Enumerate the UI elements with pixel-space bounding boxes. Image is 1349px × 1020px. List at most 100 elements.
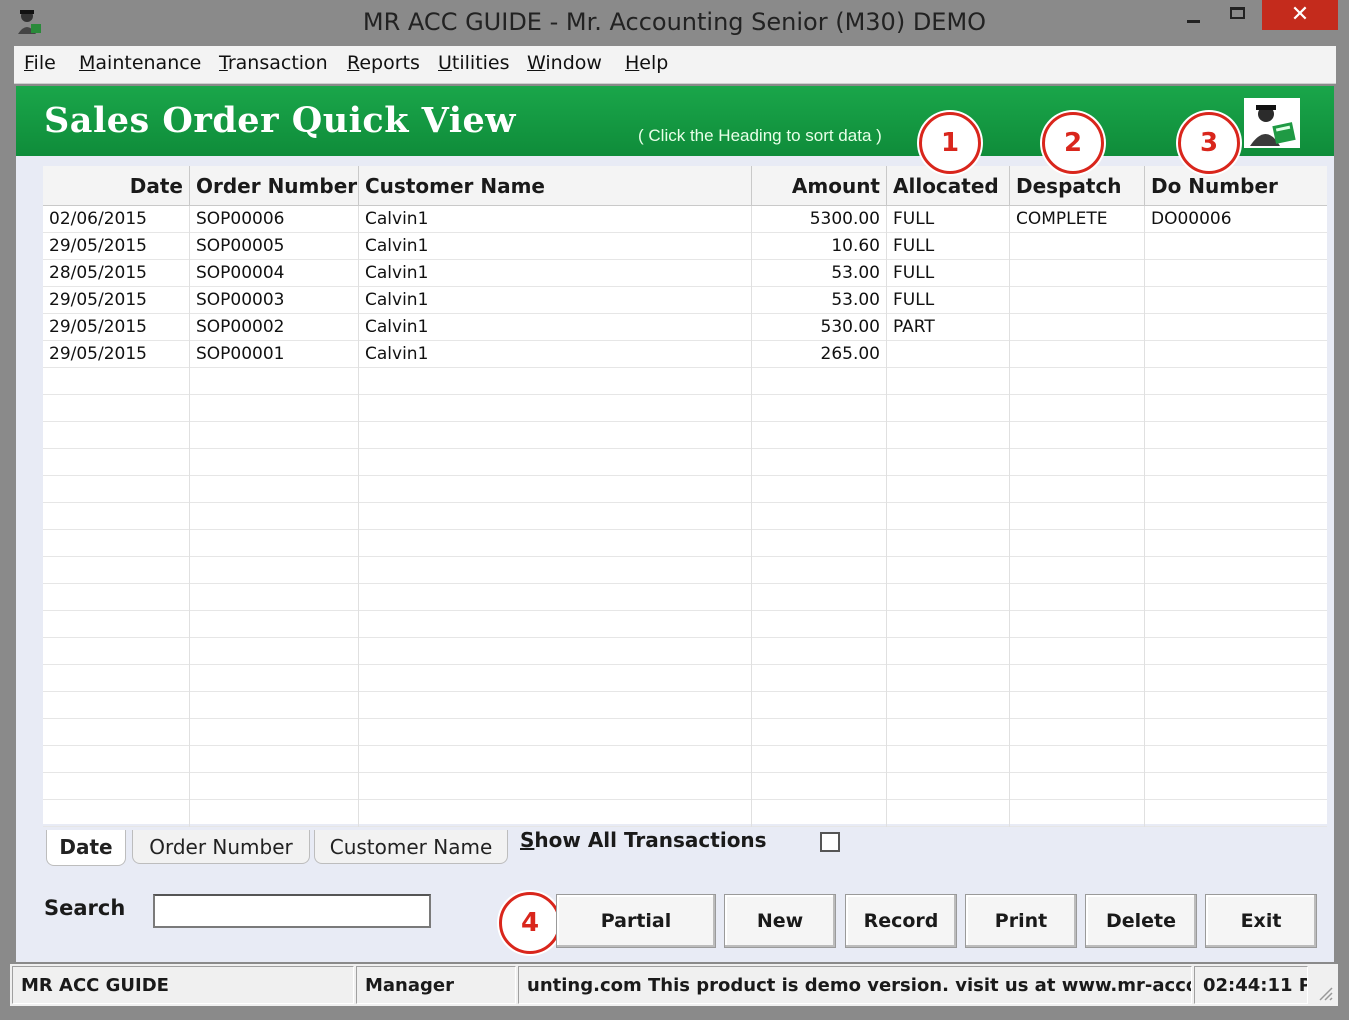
menu-maintenance[interactable]: Maintenance xyxy=(79,52,201,74)
table-row[interactable]: 29/05/2015 SOP00002 Calvin1 530.00 PART xyxy=(43,314,1327,341)
cell-amount xyxy=(752,449,887,476)
show-all-transactions-checkbox[interactable] xyxy=(820,832,840,852)
tab-sort-date[interactable]: Date xyxy=(46,830,126,866)
cell-do-number xyxy=(1145,422,1327,449)
annotation-marker-3: 3 xyxy=(1178,112,1240,174)
empty-table-row xyxy=(43,422,1327,449)
cell-do-number xyxy=(1145,530,1327,557)
menu-file[interactable]: File xyxy=(24,52,56,74)
cell-order-number xyxy=(190,368,359,395)
empty-table-row xyxy=(43,503,1327,530)
accountant-logo-icon xyxy=(1244,98,1300,148)
cell-do-number xyxy=(1145,746,1327,773)
cell-despatch xyxy=(1010,692,1145,719)
cell-do-number xyxy=(1145,719,1327,746)
tab-sort-customer-name[interactable]: Customer Name xyxy=(314,830,508,864)
cell-amount xyxy=(752,584,887,611)
cell-customer-name xyxy=(359,719,752,746)
column-header-do-number[interactable]: Do Number xyxy=(1145,166,1327,206)
resize-grip-icon[interactable] xyxy=(1316,984,1334,1002)
cell-date xyxy=(43,395,190,422)
cell-despatch xyxy=(1010,476,1145,503)
print-button[interactable]: Print xyxy=(965,894,1077,948)
new-button[interactable]: New xyxy=(724,894,836,948)
cell-order-number: SOP00004 xyxy=(190,260,359,287)
column-header-order-number[interactable]: Order Number xyxy=(190,166,359,206)
table-row[interactable]: 28/05/2015 SOP00004 Calvin1 53.00 FULL xyxy=(43,260,1327,287)
cell-allocated: FULL xyxy=(887,233,1010,260)
cell-date xyxy=(43,746,190,773)
cell-order-number: SOP00006 xyxy=(190,206,359,233)
cell-date xyxy=(43,611,190,638)
cell-customer-name: Calvin1 xyxy=(359,341,752,368)
cell-allocated xyxy=(887,395,1010,422)
cell-date xyxy=(43,665,190,692)
search-input[interactable] xyxy=(153,894,431,928)
cell-customer-name xyxy=(359,773,752,800)
menu-utilities[interactable]: Utilities xyxy=(438,52,510,74)
cell-amount: 530.00 xyxy=(752,314,887,341)
header-banner: Sales Order Quick View ( Click the Headi… xyxy=(16,86,1334,156)
empty-table-row xyxy=(43,638,1327,665)
cell-date xyxy=(43,476,190,503)
delete-button[interactable]: Delete xyxy=(1085,894,1197,948)
empty-table-row xyxy=(43,611,1327,638)
close-button[interactable]: ✕ xyxy=(1262,0,1338,30)
cell-despatch xyxy=(1010,746,1145,773)
table-row[interactable]: 29/05/2015 SOP00005 Calvin1 10.60 FULL xyxy=(43,233,1327,260)
cell-amount xyxy=(752,476,887,503)
cell-customer-name: Calvin1 xyxy=(359,314,752,341)
record-label: Record xyxy=(863,910,939,932)
cell-order-number xyxy=(190,557,359,584)
maximize-icon xyxy=(1230,7,1245,19)
cell-allocated xyxy=(887,449,1010,476)
cell-order-number xyxy=(190,449,359,476)
menu-help[interactable]: Help xyxy=(625,52,668,74)
delete-label: Delete xyxy=(1105,910,1177,932)
cell-amount: 53.00 xyxy=(752,260,887,287)
cell-despatch: COMPLETE xyxy=(1010,206,1145,233)
cell-despatch xyxy=(1010,611,1145,638)
minimize-button[interactable] xyxy=(1172,0,1216,32)
cell-allocated xyxy=(887,557,1010,584)
title-bar[interactable]: MR ACC GUIDE - Mr. Accounting Senior (M3… xyxy=(0,0,1349,46)
cell-do-number xyxy=(1145,800,1327,827)
cell-date xyxy=(43,530,190,557)
table-row[interactable]: 02/06/2015 SOP00006 Calvin1 5300.00 FULL COMP… xyxy=(43,206,1327,233)
menu-window[interactable]: Window xyxy=(527,52,602,74)
exit-label: Exit xyxy=(1240,910,1282,932)
cell-despatch xyxy=(1010,800,1145,827)
close-icon: ✕ xyxy=(1290,2,1310,27)
column-header-date[interactable]: Date xyxy=(43,166,190,206)
table-row[interactable]: 29/05/2015 SOP00001 Calvin1 265.00 xyxy=(43,341,1327,368)
cell-allocated xyxy=(887,368,1010,395)
cell-allocated xyxy=(887,665,1010,692)
cell-do-number xyxy=(1145,692,1327,719)
cell-do-number xyxy=(1145,476,1327,503)
cell-customer-name xyxy=(359,611,752,638)
cell-do-number xyxy=(1145,773,1327,800)
cell-order-number xyxy=(190,395,359,422)
cell-allocated xyxy=(887,611,1010,638)
cell-despatch xyxy=(1010,314,1145,341)
cell-order-number xyxy=(190,746,359,773)
cell-date: 29/05/2015 xyxy=(43,341,190,368)
empty-table-row xyxy=(43,773,1327,800)
partial-allocate-button[interactable]: Partial Allocate xyxy=(556,894,716,984)
cell-do-number xyxy=(1145,341,1327,368)
cell-amount xyxy=(752,557,887,584)
menu-transaction[interactable]: Transaction xyxy=(219,52,328,74)
cell-do-number xyxy=(1145,287,1327,314)
column-header-customer-name[interactable]: Customer Name xyxy=(359,166,752,206)
cell-do-number xyxy=(1145,503,1327,530)
menu-reports[interactable]: Reports xyxy=(347,52,420,74)
tab-sort-order-number[interactable]: Order Number xyxy=(132,830,310,864)
record-button[interactable]: Record xyxy=(845,894,957,948)
maximize-button[interactable] xyxy=(1220,0,1256,32)
table-row[interactable]: 29/05/2015 SOP00003 Calvin1 53.00 FULL xyxy=(43,287,1327,314)
cell-allocated xyxy=(887,584,1010,611)
cell-despatch xyxy=(1010,422,1145,449)
column-header-amount[interactable]: Amount xyxy=(752,166,887,206)
exit-button[interactable]: Exit xyxy=(1205,894,1317,948)
cell-amount xyxy=(752,395,887,422)
